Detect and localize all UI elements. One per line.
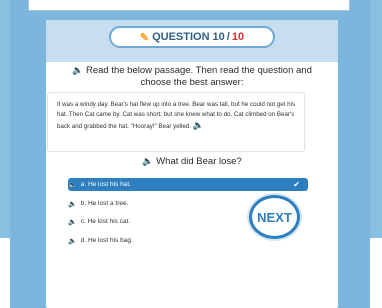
passage-box: It was a windy day. Bear's hat flew up i… xyxy=(47,92,305,152)
question-counter-pill: ✎ QUESTION 10 / 10 xyxy=(109,26,275,48)
question-label-text: What did Bear lose? xyxy=(156,156,242,167)
question-separator: / xyxy=(226,31,230,43)
option-c-speaker-icon[interactable]: 🔈 xyxy=(68,218,77,226)
passage-text: It was a windy day. Bear's hat flew up i… xyxy=(57,101,296,130)
question-speaker-icon[interactable]: 🔈 xyxy=(142,156,153,166)
header-band: ✎ QUESTION 10 / 10 xyxy=(46,20,338,62)
option-a-label: a. He lost his hat. xyxy=(80,181,131,188)
passage-speaker-icon[interactable]: 🔈 xyxy=(193,120,204,130)
question-current: 10 xyxy=(212,31,225,43)
top-strip xyxy=(28,0,350,11)
option-c-label: c. He lost his cat. xyxy=(80,218,131,225)
left-white-panel xyxy=(0,238,10,308)
question-total: 10 xyxy=(231,31,245,43)
question-label: QUESTION xyxy=(152,31,210,43)
option-b-speaker-icon[interactable]: 🔈 xyxy=(68,200,77,208)
option-a-speaker-icon[interactable]: 🔈 xyxy=(68,181,77,189)
instruction-label: Read the below passage. Then read the qu… xyxy=(85,65,312,88)
option-d-label: d. He lost his bag. xyxy=(80,237,133,244)
option-d-speaker-icon[interactable]: 🔈 xyxy=(68,237,77,245)
option-a[interactable]: 🔈 a. He lost his hat. ✔ xyxy=(68,178,308,191)
question-text: 🔈 What did Bear lose? xyxy=(46,156,338,167)
next-button[interactable]: NEXT xyxy=(249,195,300,239)
right-white-panel xyxy=(370,238,382,308)
checkmark-icon: ✔ xyxy=(293,180,300,189)
option-b-label: b. He lost a tree. xyxy=(80,200,129,207)
instruction-text: 🔈 Read the below passage. Then read the … xyxy=(62,64,322,89)
edit-icon: ✎ xyxy=(139,31,150,44)
speaker-icon[interactable]: 🔈 xyxy=(72,65,83,75)
